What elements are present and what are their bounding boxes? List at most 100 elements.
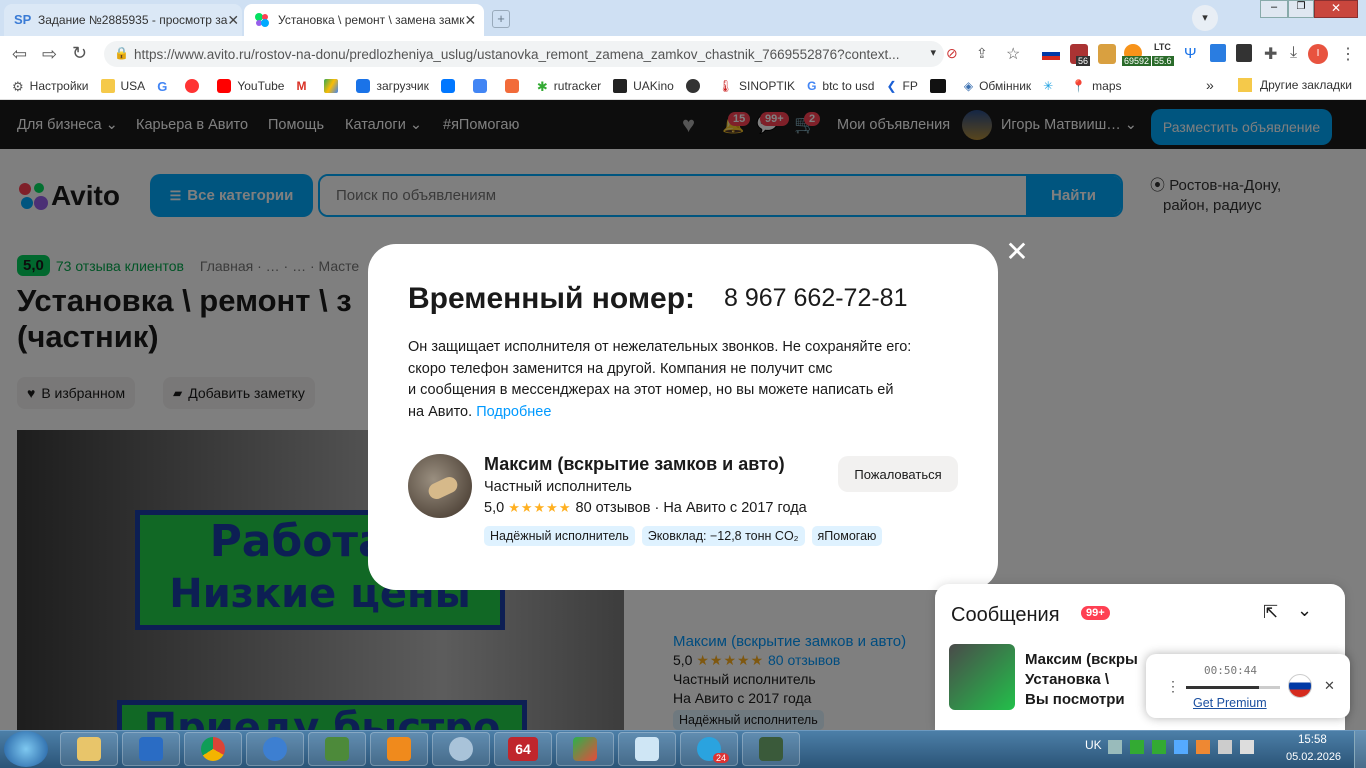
tab-close-icon[interactable]: ✕ bbox=[227, 12, 239, 29]
new-tab-icon[interactable]: + bbox=[492, 10, 510, 28]
forward-arrow-icon[interactable]: ⇨ bbox=[42, 44, 57, 65]
collapse-chevron-icon[interactable]: ⌄ bbox=[1297, 600, 1312, 621]
extension-face-icon[interactable] bbox=[1098, 44, 1116, 64]
reviews-count[interactable]: 80 отзывов bbox=[576, 500, 651, 516]
taskbar-network[interactable] bbox=[246, 732, 304, 766]
bookmark-bc[interactable] bbox=[929, 78, 952, 93]
browser-tab-1[interactable]: SP Задание №2885935 - просмотр за ✕ bbox=[4, 4, 242, 36]
bookmark-f[interactable] bbox=[504, 78, 525, 93]
address-bar[interactable]: 🔒 https://www.avito.ru/rostov-na-donu/pr… bbox=[104, 41, 944, 67]
maximize-icon[interactable]: ❐ bbox=[1288, 0, 1314, 18]
media-player-popup: ⋮ 00:50:44 Get Premium ✕ bbox=[1146, 654, 1350, 718]
start-button-icon[interactable] bbox=[4, 731, 48, 767]
bookmark-vk[interactable] bbox=[440, 78, 461, 93]
player-menu-icon[interactable]: ⋮ bbox=[1166, 678, 1180, 695]
seller-avatar[interactable] bbox=[408, 454, 472, 518]
tray-orange-icon[interactable] bbox=[1196, 740, 1210, 754]
bookmark-sinoptik[interactable]: 🌡 SINOPTIK bbox=[718, 79, 795, 93]
url-dropdown-icon[interactable]: ▾ bbox=[930, 46, 936, 59]
taskbar-telegram[interactable]: 24 bbox=[680, 732, 738, 766]
bookmark-translate[interactable] bbox=[472, 78, 493, 93]
language-indicator[interactable]: UK bbox=[1085, 738, 1102, 752]
bookmarks-bar: ⚙ Настройки USA G YouTube M загрузчик ✱ ru… bbox=[0, 72, 1366, 100]
taskbar-app-green[interactable] bbox=[308, 732, 366, 766]
tag-ihelp[interactable]: яПомогаю bbox=[811, 526, 883, 546]
browser-tab-2-active[interactable]: Установка \ ремонт \ замена замк ✕ bbox=[244, 4, 484, 36]
thermometer-icon: 🌡 bbox=[717, 78, 734, 93]
window-controls: – ❐ ✕ bbox=[1260, 0, 1360, 18]
taskbar-media[interactable] bbox=[370, 732, 428, 766]
gmail-icon: M bbox=[296, 78, 307, 93]
chat-preview[interactable]: Максим (вскры Установка \ Вы посмотри bbox=[1025, 650, 1138, 710]
share-icon[interactable]: ⇪ bbox=[976, 45, 988, 62]
tab-close-icon[interactable]: ✕ bbox=[465, 12, 477, 29]
taskbar-explorer[interactable] bbox=[60, 732, 118, 766]
puzzle-extensions-icon[interactable]: ✚ bbox=[1264, 44, 1277, 64]
bookmark-google[interactable]: G bbox=[157, 79, 173, 94]
reload-icon[interactable]: ↻ bbox=[72, 43, 87, 64]
player-close-icon[interactable]: ✕ bbox=[1324, 678, 1335, 694]
tray-green-icon[interactable] bbox=[1130, 740, 1144, 754]
more-info-link[interactable]: Подробнее bbox=[476, 404, 551, 420]
download-ext-icon[interactable] bbox=[1210, 44, 1226, 62]
clock-icon bbox=[449, 737, 473, 761]
bookmarks-more-icon[interactable]: » bbox=[1206, 77, 1214, 93]
other-bookmarks[interactable]: Другие закладки bbox=[1238, 78, 1352, 92]
bookmark-exchange[interactable]: ◈ Обмінник bbox=[964, 79, 1031, 93]
block-icon[interactable]: ⊘ bbox=[946, 45, 958, 62]
taskbar-antivirus[interactable] bbox=[122, 732, 180, 766]
bookmark-downloader[interactable]: загрузчик bbox=[356, 78, 429, 93]
bookmark-dark[interactable] bbox=[685, 78, 706, 93]
bookmark-rutracker[interactable]: ✱ rutracker bbox=[537, 79, 601, 94]
russia-flag-icon[interactable] bbox=[1042, 48, 1060, 60]
bookmark-uakino[interactable]: UAKino bbox=[613, 78, 674, 93]
bookmark-star[interactable]: ✳ bbox=[1043, 79, 1059, 93]
minimize-icon[interactable]: – bbox=[1260, 0, 1288, 18]
bookmark-gmail[interactable]: M bbox=[296, 79, 312, 93]
get-premium-link[interactable]: Get Premium bbox=[1193, 696, 1267, 710]
taskbar-notes[interactable] bbox=[618, 732, 676, 766]
bookmark-maps[interactable]: 📍 maps bbox=[1071, 79, 1121, 93]
bookmark-star-icon[interactable]: ☆ bbox=[1006, 44, 1020, 64]
seller-rating: 5,0 ★★★★★ 80 отзывов · На Авито с 2017 г… bbox=[484, 500, 807, 516]
window-close-icon[interactable]: ✕ bbox=[1314, 0, 1358, 18]
keyboard-icon[interactable] bbox=[1108, 740, 1122, 754]
downloads-icon[interactable]: ⤓ bbox=[1290, 44, 1297, 62]
tag-eco[interactable]: Эковклад: −12,8 тонн CO₂ bbox=[641, 526, 805, 546]
taskbar-clock-app[interactable] bbox=[432, 732, 490, 766]
taskbar-monitor[interactable] bbox=[742, 732, 800, 766]
seller-name[interactable]: Максим (вскрытие замков и авто) bbox=[484, 454, 785, 475]
bookmark-youtube[interactable]: YouTube bbox=[217, 78, 284, 93]
network-icon[interactable] bbox=[1218, 740, 1232, 754]
back-arrow-icon[interactable]: ⇦ bbox=[12, 44, 27, 65]
tab-search-chevron-icon[interactable]: ▾ bbox=[1192, 5, 1218, 31]
taskbar-64[interactable]: 64 bbox=[494, 732, 552, 766]
bookmark-settings[interactable]: ⚙ Настройки bbox=[12, 79, 89, 94]
tag-reliable[interactable]: Надёжный исполнитель bbox=[484, 526, 635, 546]
volume-icon[interactable] bbox=[1240, 740, 1254, 754]
chat-thumbnail[interactable] bbox=[949, 644, 1015, 710]
temporary-phone-number: 8 967 662-72-81 bbox=[724, 284, 908, 312]
bookmark-usa[interactable]: USA bbox=[100, 78, 145, 93]
browser-tab-strip: SP Задание №2885935 - просмотр за ✕ Уста… bbox=[0, 0, 1366, 36]
bookmark-fp[interactable]: ❮ FP bbox=[886, 79, 917, 93]
player-progress-track[interactable] bbox=[1186, 686, 1280, 689]
bookmark-drive[interactable] bbox=[324, 78, 344, 93]
menu-kebab-icon[interactable]: ⋮ bbox=[1340, 44, 1356, 64]
complain-button[interactable]: Пожаловаться bbox=[838, 456, 958, 492]
extension-y-icon[interactable]: Ψ bbox=[1184, 45, 1197, 62]
show-desktop-button[interactable] bbox=[1354, 731, 1366, 768]
fp-icon: ❮ bbox=[886, 78, 897, 93]
tray-blue-icon[interactable] bbox=[1174, 740, 1188, 754]
russia-flag-icon[interactable] bbox=[1288, 674, 1312, 698]
taskbar-chrome[interactable] bbox=[184, 732, 242, 766]
tray-green-icon[interactable] bbox=[1152, 740, 1166, 754]
bookmark-yandex[interactable] bbox=[185, 78, 205, 93]
extension-dark-icon[interactable] bbox=[1236, 44, 1252, 62]
modal-close-icon[interactable]: ✕ bbox=[1004, 238, 1030, 266]
taskbar-chart-app[interactable] bbox=[556, 732, 614, 766]
f-icon bbox=[504, 78, 519, 93]
open-external-icon[interactable]: ⇱ bbox=[1263, 602, 1278, 623]
profile-avatar[interactable]: I bbox=[1308, 44, 1328, 64]
bookmark-btc[interactable]: Gbtc to usd bbox=[807, 79, 874, 93]
